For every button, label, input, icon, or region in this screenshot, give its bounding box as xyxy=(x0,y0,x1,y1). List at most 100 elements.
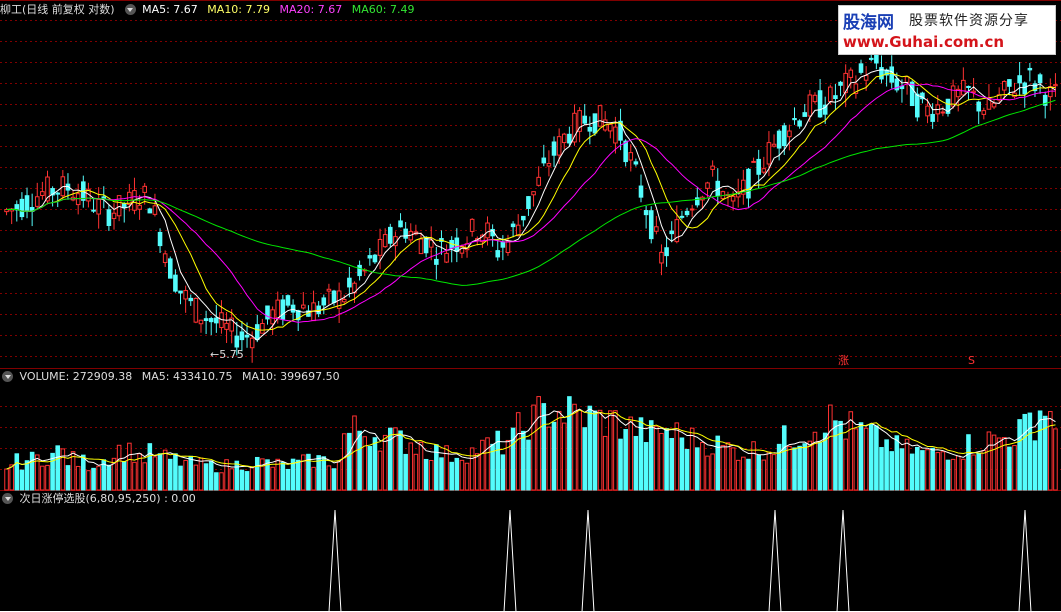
volume-bar xyxy=(863,427,869,491)
candle-body xyxy=(592,113,598,134)
candle-body xyxy=(521,215,526,221)
volume-bar xyxy=(966,434,971,491)
volume-bar xyxy=(459,459,465,491)
volume-bar xyxy=(874,425,879,491)
candle-body xyxy=(239,331,245,341)
candle-body xyxy=(848,69,854,78)
candle-body xyxy=(398,220,403,228)
volume-bar xyxy=(986,431,992,491)
candle-body xyxy=(904,76,910,83)
candle-body xyxy=(781,125,787,147)
volume-bar xyxy=(214,472,219,491)
volume-bar xyxy=(915,446,920,491)
volume-bar xyxy=(367,445,373,491)
volume-bar xyxy=(817,441,823,491)
volume-bar xyxy=(244,471,250,491)
candle-body xyxy=(290,304,296,313)
volume-bar xyxy=(434,444,439,491)
volume-bar xyxy=(515,412,521,491)
volume-bar xyxy=(521,430,526,491)
candle-body xyxy=(981,110,987,115)
candle-body xyxy=(746,168,751,199)
volume-bar xyxy=(203,463,209,491)
dropdown-icon[interactable] xyxy=(124,3,136,15)
candle-body xyxy=(183,290,188,300)
candle-body xyxy=(1001,81,1007,91)
candle-body xyxy=(766,142,772,165)
volume-bar xyxy=(1053,428,1058,491)
volume-bar xyxy=(60,448,66,491)
candle-body xyxy=(260,323,265,334)
volume-bar xyxy=(229,468,234,491)
candle-body xyxy=(608,123,613,132)
candle-body xyxy=(214,317,219,324)
dropdown-icon[interactable] xyxy=(2,492,13,504)
volume-readout: VOLUME: 272909.38 xyxy=(19,370,133,383)
volume-bar xyxy=(981,449,987,491)
volume-bar xyxy=(592,410,598,491)
candle-body xyxy=(613,126,618,144)
candle-body xyxy=(556,136,562,156)
volume-bar xyxy=(659,432,664,491)
candle-body xyxy=(515,224,521,237)
candle-body xyxy=(347,277,352,288)
kline-chart xyxy=(0,0,1061,612)
candle-body xyxy=(648,210,654,240)
volume-bar xyxy=(526,439,531,491)
volume-bar xyxy=(208,460,214,491)
volume-bar xyxy=(551,421,557,491)
volume-bar xyxy=(106,464,112,491)
volume-bar xyxy=(894,435,900,491)
candle-body xyxy=(203,318,209,322)
volume-bar xyxy=(756,454,761,491)
candle-body xyxy=(991,102,997,108)
volume-bar xyxy=(879,447,884,491)
volume-bar xyxy=(1012,445,1017,491)
volume-bar xyxy=(674,422,680,491)
volume-bar xyxy=(270,466,275,491)
volume-bar xyxy=(321,456,327,491)
ma10-readout: MA10: 7.79 xyxy=(207,3,271,16)
candle-body xyxy=(224,322,229,330)
volume-bar xyxy=(889,451,895,491)
candle-body xyxy=(669,230,674,235)
volume-bar xyxy=(301,454,306,491)
candle-body xyxy=(280,299,286,320)
volume-bar xyxy=(802,443,808,491)
candle-body xyxy=(541,157,547,164)
candle-body xyxy=(418,238,424,255)
volume-bar xyxy=(418,441,424,491)
volume-bar xyxy=(561,422,567,491)
dropdown-icon[interactable] xyxy=(2,370,13,382)
candle-body xyxy=(147,208,153,214)
volume-bar xyxy=(884,439,889,491)
volume-bar xyxy=(157,453,163,491)
volume-bar xyxy=(55,445,61,491)
candle-body xyxy=(111,212,117,220)
low-price-label: ←5.75 xyxy=(210,348,244,361)
volume-bar xyxy=(689,427,695,491)
candle-body xyxy=(807,94,813,117)
vol-ma5-readout: MA5: 433410.75 xyxy=(141,370,233,383)
volume-bar xyxy=(336,461,342,491)
candle-body xyxy=(162,253,168,264)
candle-body xyxy=(664,247,669,257)
candle-body xyxy=(751,160,756,163)
candle-body xyxy=(730,195,736,202)
volume-bar xyxy=(991,434,997,491)
candle-body xyxy=(526,196,531,209)
s-mark: S xyxy=(968,354,975,367)
zhang-mark: 涨 xyxy=(838,354,849,367)
volume-bar xyxy=(945,459,951,491)
volume-bar xyxy=(940,451,946,491)
candle-body xyxy=(833,95,838,100)
volume-bar xyxy=(295,459,301,491)
candle-body xyxy=(193,297,199,323)
candle-body xyxy=(817,90,823,118)
volume-bar xyxy=(608,410,613,491)
signal-spike xyxy=(328,509,342,612)
volume-bar xyxy=(853,428,859,491)
volume-bar xyxy=(188,455,194,491)
candle-body xyxy=(188,297,194,302)
watermark-logo: 股海网 股票软件资源分享 www.Guhai.com.cn xyxy=(838,5,1056,55)
